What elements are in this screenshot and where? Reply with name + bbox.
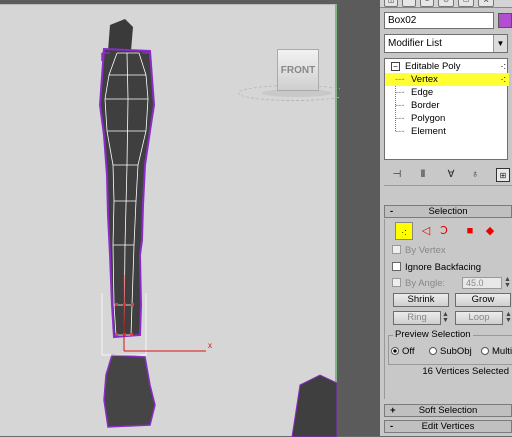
ring-spinner-icon[interactable]: ▲ ▼ [442, 311, 449, 324]
selection-status: 16 Vertices Selected [422, 366, 509, 377]
pin-stack-icon[interactable]: ⊣ [390, 168, 404, 182]
preview-selection-title: Preview Selection [393, 329, 473, 340]
by-angle-label: By Angle: [405, 278, 446, 289]
ring-button[interactable]: Ring [393, 311, 441, 325]
make-unique-icon[interactable]: ∀ [444, 168, 458, 182]
stack-item-label: Border [411, 100, 440, 111]
preview-off-radio[interactable]: Off [391, 346, 415, 358]
gizmo-x-label: x [208, 341, 212, 350]
preview-multi-radio[interactable]: Multi [481, 346, 512, 358]
hierarchy-tab-icon[interactable]: ≡ [420, 0, 434, 7]
stack-item-label: Polygon [411, 113, 446, 124]
modifier-list-dropdown[interactable]: Modifier List ▼ [384, 34, 508, 53]
create-tab-icon[interactable]: ◫ [384, 0, 398, 7]
rollout-collapse-sign: - [390, 421, 394, 432]
stack-item-label: Element [411, 126, 446, 137]
chevron-down-icon[interactable]: ▼ [493, 35, 507, 52]
tree-connector: --- [395, 87, 405, 98]
collapse-icon[interactable]: − [391, 62, 400, 71]
configure-sets-icon[interactable]: ⊞ [496, 168, 510, 182]
stack-item-label: Vertex [411, 74, 438, 85]
stack-item-border[interactable]: --- Border [385, 99, 509, 112]
second-object-fragment [291, 374, 337, 437]
by-angle-checkbox[interactable]: By Angle: [392, 278, 445, 290]
element-level-icon[interactable]: ◆ [481, 222, 499, 240]
modify-tab-icon[interactable]: ⌒ [402, 0, 416, 7]
modifier-stack[interactable]: − Editable Poly ·: --- Vertex ·: --- Edg… [384, 58, 509, 160]
stack-item-editable-poly[interactable]: − Editable Poly ·: [385, 60, 509, 73]
command-panel: ◫ ⌒ ≡ ⊙ ▭ ⚒ Box02 Modifier List ▼ − Edit… [380, 0, 512, 436]
vertex-dots-icon: ·: [500, 74, 507, 84]
show-end-result-icon[interactable]: Ⅱ [416, 168, 430, 182]
tree-connector: --- [395, 126, 405, 137]
edit-vertices-rollout-header[interactable]: - Edit Vertices [384, 420, 512, 433]
command-panel-tabs: ◫ ⌒ ≡ ⊙ ▭ ⚒ [380, 0, 512, 8]
stack-toolbar: ⊣ Ⅱ ∀ ♁ ⊞ [384, 164, 512, 186]
tree-connector: --- [395, 100, 405, 111]
soft-selection-rollout-header[interactable]: + Soft Selection [384, 404, 512, 417]
selection-rollout-body: ·: ◁ Ↄ ■ ◆ By Vertex Ignore Backfacing B… [384, 219, 512, 399]
tree-connector: --- [395, 113, 405, 124]
foot-mesh [103, 354, 156, 428]
rollout-expand-sign: + [390, 405, 396, 416]
preview-subobj-radio[interactable]: SubObj [429, 346, 472, 358]
front-viewport[interactable]: x FRONT [0, 0, 350, 437]
checkbox-box[interactable] [392, 278, 401, 287]
stack-item-edge[interactable]: --- Edge [385, 86, 509, 99]
utilities-tab-icon[interactable]: ⚒ [478, 0, 494, 7]
object-color-swatch[interactable] [498, 13, 512, 28]
viewport-separator [340, 0, 380, 436]
rollout-title: Soft Selection [418, 405, 478, 416]
ignore-backfacing-checkbox[interactable]: Ignore Backfacing [392, 262, 481, 274]
border-level-icon[interactable]: Ↄ [435, 222, 453, 240]
stack-item-element[interactable]: --- Element [385, 125, 509, 138]
upper-mesh-top [108, 19, 133, 51]
preview-selection-group: Preview Selection Off SubObj Multi [388, 329, 512, 365]
ignore-backfacing-label: Ignore Backfacing [405, 262, 482, 273]
viewcube-label: FRONT [280, 64, 316, 76]
modifier-list-label: Modifier List [388, 38, 442, 49]
tree-connector: --- [395, 74, 405, 85]
remove-modifier-icon[interactable]: ♁ [468, 168, 482, 182]
viewport-canvas[interactable]: x FRONT [0, 4, 350, 437]
display-tab-icon[interactable]: ▭ [458, 0, 474, 7]
stack-item-label: Editable Poly [405, 61, 461, 72]
loop-spinner-icon[interactable]: ▲ ▼ [505, 311, 512, 324]
object-name-field[interactable]: Box02 [384, 12, 494, 29]
by-vertex-label: By Vertex [405, 245, 446, 256]
polygon-level-icon[interactable]: ■ [461, 222, 479, 240]
stack-item-vertex[interactable]: --- Vertex ·: [385, 73, 509, 86]
shrink-button[interactable]: Shrink [393, 293, 449, 307]
vertex-level-icon[interactable]: ·: [395, 222, 413, 240]
stack-item-label: Edge [411, 87, 434, 98]
rollout-collapse-sign: - [390, 206, 394, 217]
stack-item-polygon[interactable]: --- Polygon [385, 112, 509, 125]
by-vertex-checkbox[interactable]: By Vertex [392, 245, 446, 257]
rollout-title: Edit Vertices [421, 421, 475, 432]
grow-button[interactable]: Grow [455, 293, 511, 307]
spinner-arrows-icon[interactable]: ▲ ▼ [504, 276, 511, 289]
viewcube-front[interactable]: FRONT [277, 49, 319, 91]
checkbox-box[interactable] [392, 245, 401, 254]
modifier-dots-icon: ·: [500, 61, 507, 71]
angle-spinner-field[interactable]: 45.0 [462, 277, 502, 289]
checkbox-box[interactable] [392, 262, 401, 271]
edge-level-icon[interactable]: ◁ [417, 222, 435, 240]
motion-tab-icon[interactable]: ⊙ [438, 0, 454, 7]
selection-rollout-header[interactable]: - Selection [384, 205, 512, 218]
rollout-title: Selection [428, 206, 468, 217]
loop-button[interactable]: Loop [455, 311, 503, 325]
